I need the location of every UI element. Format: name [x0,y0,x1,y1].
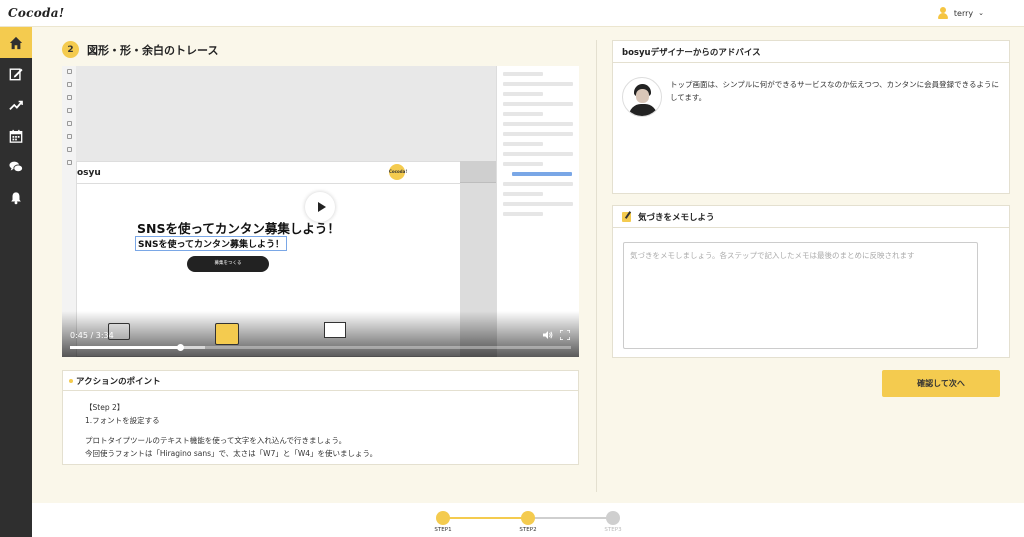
designer-advice-panel: bosyuデザイナーからのアドバイス トップ画面は、シンプルに何ができるサービス… [612,40,1010,194]
user-menu[interactable]: terry ⌄ [937,7,984,19]
step-line-pending [528,517,613,519]
mock-headline: SNSを使ってカンタン募集しよう！ [137,221,340,236]
action-line: 【Step 2】 [85,403,125,412]
action-line: プロトタイプツールのテキスト機能を使って文字を入れ込んで行きましょう。 [85,436,347,445]
bullet-dot-icon [69,378,73,383]
sidebar-item-notifications[interactable] [0,182,32,213]
video-time: 0:45 / 3:34 [70,331,114,340]
sidebar-item-home[interactable] [0,27,32,58]
step-label-1: STEP1 [434,527,452,533]
advice-text: トップ画面は、シンプルに何ができるサービスなのか伝えつつ、カンタンに会員登録でき… [670,80,999,102]
home-icon [9,36,23,49]
sidebar-item-edit[interactable] [0,58,32,89]
trend-icon [9,100,23,110]
window-icon [215,323,239,345]
fullscreen-icon[interactable] [560,330,570,340]
bell-icon [11,191,21,204]
memo-textarea[interactable] [623,242,978,349]
mock-button: 募集をつくる [187,256,269,272]
chevron-down-icon: ⌄ [978,9,984,17]
user-name: terry [953,8,974,18]
sidebar-item-calendar[interactable] [0,120,32,151]
confirm-next-button[interactable]: 確認して次へ [882,370,1000,397]
column-divider [596,40,597,492]
top-header: Cocoda! terry ⌄ [0,0,1024,27]
step-dot-3 [606,511,620,525]
memo-panel: 気づきをメモしよう [612,205,1010,358]
step-label-2: STEP2 [519,527,537,533]
play-button[interactable] [305,192,335,222]
step-number-badge: 2 [62,41,79,58]
step-heading: 2 図形・形・余白のトレース [62,41,218,58]
step-line-done [443,517,528,519]
chat-icon [9,161,23,172]
sidebar [0,27,32,537]
action-line: 今回使うフォントは「Hiragino sans」で、太さは「W7」と「W4」を使… [85,448,378,458]
advisor-avatar [622,77,662,117]
action-points-body: 【Step 2】 1.フォントを設定する プロトタイプツールのテキスト機能を使っ… [63,391,578,460]
mail-icon [324,322,346,338]
calendar-icon [9,129,23,143]
mock-logo: Cocoda! [389,164,407,180]
step-title: 図形・形・余白のトレース [87,43,219,57]
memo-pencil-icon [622,211,633,222]
advice-title: bosyuデザイナーからのアドバイス [622,47,761,58]
volume-icon[interactable] [543,330,553,340]
edit-icon [9,67,23,80]
video-controls-shade [62,311,579,357]
step-progress: STEP1 STEP2 STEP3 [434,510,635,537]
user-avatar-icon [937,7,949,19]
step-dot-1[interactable] [436,511,450,525]
sidebar-item-chat[interactable] [0,151,32,182]
step-label-3: STEP3 [604,527,622,533]
video-progress-bar[interactable] [70,344,571,351]
sidebar-item-trend[interactable] [0,89,32,120]
memo-title: 気づきをメモしよう [638,212,715,223]
video-player[interactable]: osyu Cocoda! SNSを使ってカンタン募集しよう！ SNSを使ってカン… [62,66,579,357]
step-dot-2[interactable] [521,511,535,525]
mock-subheadline: SNSを使ってカンタン募集しよう！ [135,236,288,251]
action-points-title: アクションのポイント [76,376,161,387]
mock-brand: osyu [77,168,101,178]
app-logo[interactable]: Cocoda! [8,6,64,20]
action-line: 1.フォントを設定する [85,415,160,425]
video-progress-fill [70,346,181,349]
action-points-panel: アクションのポイント 【Step 2】 1.フォントを設定する プロトタイプツー… [62,370,579,465]
